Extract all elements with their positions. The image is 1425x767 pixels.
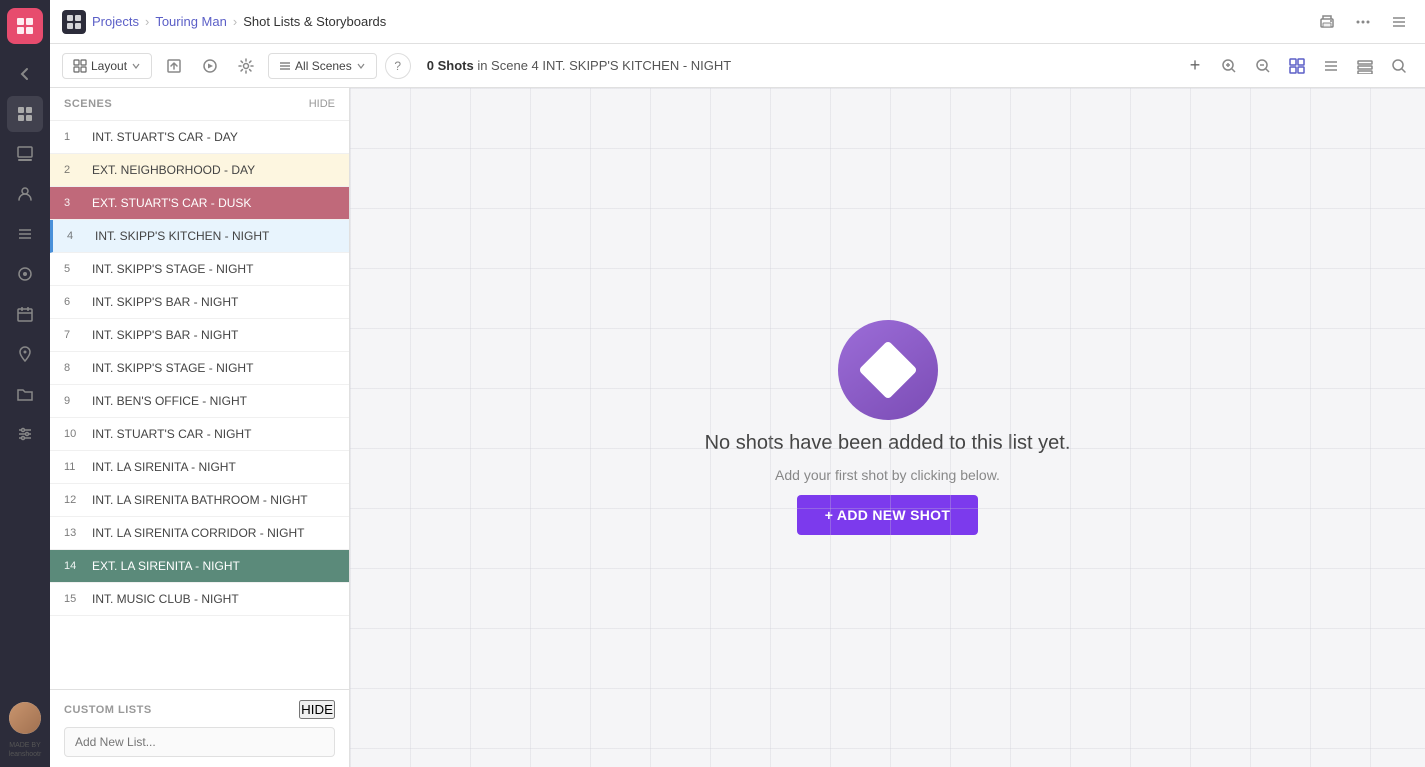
add-new-shot-button[interactable]: + ADD NEW SHOT (797, 495, 978, 535)
search-button[interactable] (1385, 52, 1413, 80)
nav-project-icon[interactable] (7, 96, 43, 132)
more-options-button[interactable] (1349, 8, 1377, 36)
top-bar: Projects › Touring Man › Shot Lists & St… (50, 0, 1425, 44)
breadcrumb-sep1: › (145, 14, 149, 29)
breadcrumb-current: Shot Lists & Storyboards (243, 14, 386, 29)
strip-view-button[interactable] (1351, 52, 1379, 80)
custom-lists-hide-button[interactable]: HIDE (299, 700, 335, 719)
toolbar-right: + (1181, 52, 1413, 80)
scene-item[interactable]: 6 INT. SKIPP'S BAR - NIGHT (50, 286, 349, 319)
empty-state-title: No shots have been added to this list ye… (705, 432, 1071, 455)
scene-item[interactable]: 13 INT. LA SIRENITA CORRIDOR - NIGHT (50, 517, 349, 550)
breadcrumb-projects[interactable]: Projects (92, 14, 139, 29)
all-scenes-button[interactable]: All Scenes (268, 53, 377, 79)
menu-button[interactable] (1385, 8, 1413, 36)
scenes-header: SCENES HIDE (50, 88, 349, 121)
list-view-button[interactable] (1317, 52, 1345, 80)
layout-button[interactable]: Layout (62, 53, 152, 79)
scene-info: 0 Shots in Scene 4 INT. SKIPP'S KITCHEN … (427, 58, 731, 73)
scene-item[interactable]: 12 INT. LA SIRENITA BATHROOM - NIGHT (50, 484, 349, 517)
help-button[interactable]: ? (385, 53, 411, 79)
scene-item-active[interactable]: 3 EXT. STUART'S CAR - DUSK (50, 187, 349, 220)
made-by-label: MADE BYleanshootr (9, 742, 42, 759)
scene-item[interactable]: 1 INT. STUART'S CAR - DAY (50, 121, 349, 154)
add-shot-toolbar-button[interactable]: + (1181, 52, 1209, 80)
scene-item[interactable]: 9 INT. BEN'S OFFICE - NIGHT (50, 385, 349, 418)
user-avatar[interactable] (9, 702, 41, 734)
scenes-hide-button[interactable]: HIDE (309, 98, 335, 110)
nav-settings-icon[interactable] (7, 416, 43, 452)
icon-sidebar: MADE BYleanshootr (0, 0, 50, 767)
custom-lists-section: CUSTOM LISTS HIDE (50, 689, 349, 767)
add-list-input[interactable] (64, 727, 335, 757)
project-logo (62, 10, 86, 34)
nav-star-icon[interactable] (7, 256, 43, 292)
settings-button[interactable] (232, 52, 260, 80)
custom-lists-header: CUSTOM LISTS HIDE (64, 700, 335, 719)
scene-item[interactable]: 10 INT. STUART'S CAR - NIGHT (50, 418, 349, 451)
export-button[interactable] (160, 52, 188, 80)
empty-state-subtitle: Add your first shot by clicking below. (775, 467, 1000, 483)
nav-back-icon[interactable] (7, 56, 43, 92)
top-bar-right (1313, 8, 1413, 36)
zoom-in-button[interactable] (1215, 52, 1243, 80)
body-area: SCENES HIDE 1 INT. STUART'S CAR - DAY 2 … (50, 88, 1425, 767)
scene-item[interactable]: 2 EXT. NEIGHBORHOOD - DAY (50, 154, 349, 187)
zoom-out-button[interactable] (1249, 52, 1277, 80)
empty-state: No shots have been added to this list ye… (705, 320, 1071, 535)
scene-item[interactable]: 11 INT. LA SIRENITA - NIGHT (50, 451, 349, 484)
grid-view-button[interactable] (1283, 52, 1311, 80)
canvas-area: No shots have been added to this list ye… (350, 88, 1425, 767)
scenes-list: 1 INT. STUART'S CAR - DAY 2 EXT. NEIGHBO… (50, 121, 349, 689)
scene-item[interactable]: 7 INT. SKIPP'S BAR - NIGHT (50, 319, 349, 352)
main-content: Projects › Touring Man › Shot Lists & St… (50, 0, 1425, 767)
scene-item[interactable]: 8 INT. SKIPP'S STAGE - NIGHT (50, 352, 349, 385)
breadcrumb-project[interactable]: Touring Man (155, 14, 227, 29)
breadcrumb: Projects › Touring Man › Shot Lists & St… (62, 10, 386, 34)
nav-location-icon[interactable] (7, 336, 43, 372)
breadcrumb-sep2: › (233, 14, 237, 29)
scene-item[interactable]: 5 INT. SKIPP'S STAGE - NIGHT (50, 253, 349, 286)
nav-list-icon[interactable] (7, 216, 43, 252)
scenes-label: SCENES (64, 98, 112, 110)
scenes-sidebar: SCENES HIDE 1 INT. STUART'S CAR - DAY 2 … (50, 88, 350, 767)
nav-folder-icon[interactable] (7, 376, 43, 412)
scene-item-teal[interactable]: 14 EXT. LA SIRENITA - NIGHT (50, 550, 349, 583)
nav-people-icon[interactable] (7, 176, 43, 212)
app-icon[interactable] (7, 8, 43, 44)
toolbar: Layout (50, 44, 1425, 88)
custom-lists-label: CUSTOM LISTS (64, 704, 152, 716)
scene-item[interactable]: 15 INT. MUSIC CLUB - NIGHT (50, 583, 349, 616)
scene-item-selected[interactable]: 4 INT. SKIPP'S KITCHEN - NIGHT (50, 220, 349, 253)
empty-icon (838, 320, 938, 420)
nav-calendar-icon[interactable] (7, 296, 43, 332)
print-button[interactable] (1313, 8, 1341, 36)
nav-boards-icon[interactable] (7, 136, 43, 172)
play-button[interactable] (196, 52, 224, 80)
